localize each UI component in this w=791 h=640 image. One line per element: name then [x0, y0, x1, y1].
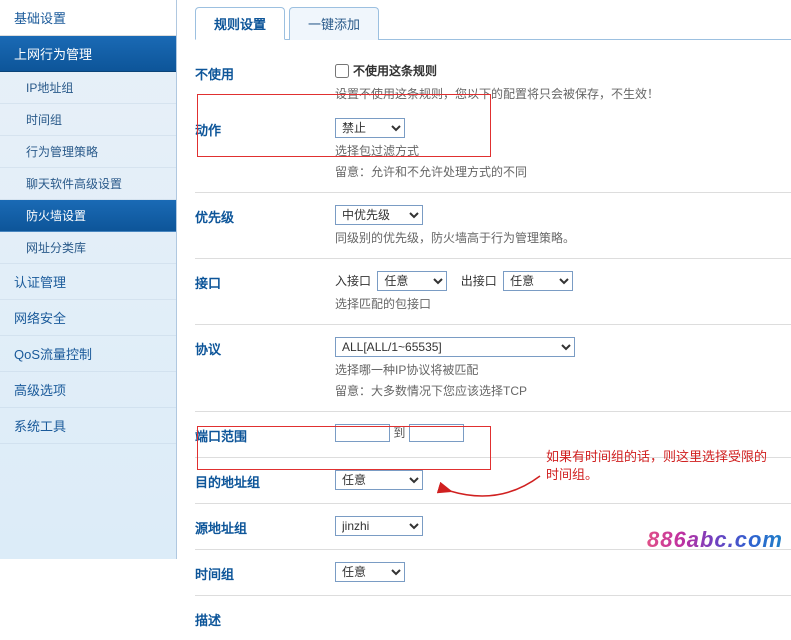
src-select[interactable]: jinzhi [335, 516, 423, 536]
label-src: 源地址组 [195, 516, 335, 537]
sidebar-item-chat-advanced[interactable]: 聊天软件高级设置 [0, 168, 176, 200]
disable-checkbox[interactable] [335, 64, 349, 78]
row-disable: 不使用 不使用这条规则 设置不使用这条规则，您以下的配置将只会被保存，不生效！ [195, 54, 791, 110]
sidebar-basic-settings[interactable]: 基础设置 [0, 0, 176, 36]
disable-checkbox-label[interactable]: 不使用这条规则 [335, 62, 437, 79]
label-dest: 目的地址组 [195, 470, 335, 491]
row-desc: 描述 [195, 600, 791, 640]
in-interface-select[interactable]: 任意 [377, 271, 447, 291]
row-action: 动作 禁止 选择包过滤方式 留意：允许和不允许处理方式的不同 [195, 110, 791, 193]
label-desc: 描述 [195, 608, 335, 629]
sidebar-item-url-category[interactable]: 网址分类库 [0, 232, 176, 264]
time-select[interactable]: 任意 [335, 562, 405, 582]
label-port: 端口范围 [195, 424, 335, 445]
label-disable: 不使用 [195, 62, 335, 83]
row-protocol: 协议 ALL[ALL/1~65535] 选择哪一种IP协议将被匹配 留意：大多数… [195, 329, 791, 412]
dest-select[interactable]: 任意 [335, 470, 423, 490]
label-time: 时间组 [195, 562, 335, 583]
annotation-text: 如果有时间组的话，则这里选择受限的时间组。 [546, 448, 776, 484]
port-to-label: 到 [393, 426, 405, 440]
sidebar-qos[interactable]: QoS流量控制 [0, 336, 176, 372]
priority-select[interactable]: 中优先级 [335, 205, 423, 225]
label-protocol: 协议 [195, 337, 335, 358]
action-hint2: 留意：允许和不允许处理方式的不同 [335, 163, 791, 180]
disable-checkbox-text: 不使用这条规则 [353, 62, 437, 79]
protocol-hint2: 留意：大多数情况下您应该选择TCP [335, 382, 791, 399]
action-select[interactable]: 禁止 [335, 118, 405, 138]
port-to-input[interactable] [409, 424, 464, 442]
protocol-select[interactable]: ALL[ALL/1~65535] [335, 337, 575, 357]
row-interface: 接口 入接口 任意 出接口 任意 选择匹配的包接口 [195, 263, 791, 325]
priority-hint: 同级别的优先级，防火墙高于行为管理策略。 [335, 229, 791, 246]
interface-hint: 选择匹配的包接口 [335, 295, 791, 312]
sidebar: 基础设置 上网行为管理 IP地址组 时间组 行为管理策略 聊天软件高级设置 防火… [0, 0, 177, 559]
sidebar-network-security[interactable]: 网络安全 [0, 300, 176, 336]
sidebar-auth-management[interactable]: 认证管理 [0, 264, 176, 300]
label-priority: 优先级 [195, 205, 335, 226]
sidebar-system-tools[interactable]: 系统工具 [0, 408, 176, 444]
row-time: 时间组 任意 [195, 554, 791, 596]
sidebar-item-timegroup[interactable]: 时间组 [0, 104, 176, 136]
sidebar-advanced[interactable]: 高级选项 [0, 372, 176, 408]
sidebar-item-firewall[interactable]: 防火墙设置 [0, 200, 176, 232]
disable-hint: 设置不使用这条规则，您以下的配置将只会被保存，不生效！ [335, 85, 791, 102]
label-action: 动作 [195, 118, 335, 139]
port-from-input[interactable] [335, 424, 390, 442]
protocol-hint1: 选择哪一种IP协议将被匹配 [335, 361, 791, 378]
out-interface-label: 出接口 [461, 274, 497, 288]
sidebar-section-behavior[interactable]: 上网行为管理 [0, 36, 176, 72]
sidebar-item-behavior-policy[interactable]: 行为管理策略 [0, 136, 176, 168]
tabs: 规则设置 一键添加 [195, 6, 791, 40]
watermark: 886abc.com [647, 527, 783, 553]
in-interface-label: 入接口 [335, 274, 371, 288]
label-interface: 接口 [195, 271, 335, 292]
out-interface-select[interactable]: 任意 [503, 271, 573, 291]
tab-rule-settings[interactable]: 规则设置 [195, 7, 285, 40]
tab-quick-add[interactable]: 一键添加 [289, 7, 379, 40]
row-priority: 优先级 中优先级 同级别的优先级，防火墙高于行为管理策略。 [195, 197, 791, 259]
sidebar-item-ipgroup[interactable]: IP地址组 [0, 72, 176, 104]
action-hint1: 选择包过滤方式 [335, 142, 791, 159]
